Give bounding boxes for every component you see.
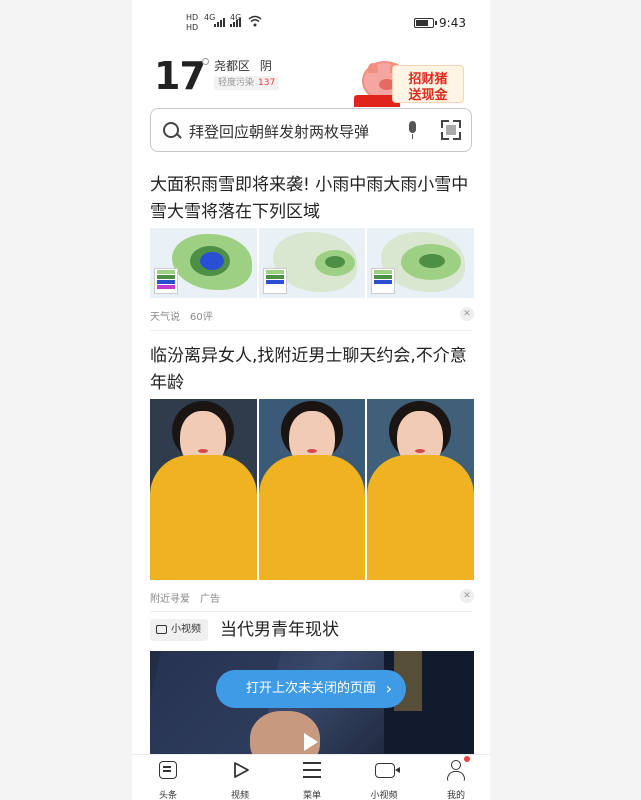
status-bar: HD HD 4G 4G 9:43 bbox=[132, 0, 490, 40]
district-name: 尧都区 bbox=[214, 59, 251, 73]
video-title[interactable]: 当代男青年现状 bbox=[220, 619, 339, 641]
air-quality-value: 137 bbox=[258, 78, 276, 88]
scan-icon[interactable] bbox=[441, 120, 461, 140]
tab-label: 小视频 bbox=[370, 791, 398, 800]
dismiss-icon[interactable]: ✕ bbox=[460, 307, 474, 321]
play-icon[interactable] bbox=[304, 733, 318, 751]
sim2-label: HD bbox=[186, 23, 199, 32]
ad-photo bbox=[150, 399, 257, 580]
promo-line2: 送现金 bbox=[408, 88, 448, 103]
toast-text: 打开上次未关闭的页面 bbox=[245, 681, 376, 696]
chevron-right-icon: › bbox=[385, 679, 392, 698]
degree-icon bbox=[202, 58, 209, 65]
promo-card: 招财猪 送现金 bbox=[392, 65, 464, 103]
tab-headlines[interactable]: 头条 bbox=[138, 755, 198, 800]
app-screen: HD HD 4G 4G 9:43 17 尧都区 阴 轻度污染 137 招财猪 送… bbox=[132, 0, 490, 800]
bottom-tab-bar: 头条 视频 菜单 小视频 我的 bbox=[132, 754, 490, 800]
notification-dot bbox=[464, 756, 470, 762]
tab-label: 我的 bbox=[446, 791, 465, 800]
rain-map-image bbox=[367, 228, 475, 298]
user-icon-body bbox=[447, 771, 465, 781]
news-image-row[interactable] bbox=[150, 228, 475, 298]
ad-meta: 附近寻爱 广告 bbox=[150, 590, 230, 605]
network2-label: 4G bbox=[230, 13, 242, 22]
tab-label: 头条 bbox=[158, 791, 177, 800]
ad-image-row[interactable] bbox=[150, 399, 475, 580]
tab-profile[interactable]: 我的 bbox=[426, 755, 486, 800]
ad-tag: 广告 bbox=[200, 594, 220, 605]
microphone-stand bbox=[412, 134, 413, 139]
search-bar[interactable]: 拜登回应朝鲜发射两枚导弹 bbox=[150, 108, 472, 152]
lucky-pig-promo-banner[interactable]: 招财猪 送现金 bbox=[354, 55, 466, 107]
user-icon bbox=[451, 760, 461, 770]
home-icon bbox=[159, 761, 177, 779]
tab-label: 菜单 bbox=[302, 791, 321, 800]
news-meta: 天气说 60评 bbox=[150, 308, 223, 323]
rain-map-image bbox=[150, 228, 257, 298]
tab-short-video[interactable]: 小视频 bbox=[354, 755, 414, 800]
news-source: 天气说 bbox=[150, 312, 180, 323]
ad-title[interactable]: 临汾离异女人,找附近男士聊天约会,不介意年龄 bbox=[150, 343, 474, 397]
comment-count: 60评 bbox=[190, 312, 213, 323]
battery-tip bbox=[435, 21, 437, 25]
wifi-icon bbox=[248, 15, 262, 27]
search-input[interactable]: 拜登回应朝鲜发射两枚导弹 bbox=[189, 121, 369, 142]
battery-icon bbox=[414, 18, 434, 28]
tab-video[interactable]: 视频 bbox=[210, 755, 270, 800]
ad-photo bbox=[258, 399, 366, 580]
feed-divider bbox=[150, 611, 472, 612]
ad-photo bbox=[367, 399, 475, 580]
rain-map-image bbox=[258, 228, 366, 298]
microphone-icon[interactable] bbox=[409, 121, 416, 133]
dismiss-icon[interactable]: ✕ bbox=[460, 589, 474, 603]
air-quality-label: 轻度污染 bbox=[218, 78, 255, 88]
video-tag-icon bbox=[156, 625, 167, 634]
tab-menu[interactable]: 菜单 bbox=[282, 755, 342, 800]
menu-icon bbox=[303, 762, 321, 778]
temperature: 17 bbox=[154, 54, 206, 98]
short-video-badge: 小视频 bbox=[150, 619, 208, 641]
short-video-badge-label: 小视频 bbox=[171, 624, 201, 635]
news-title[interactable]: 大面积雨雪即将来袭! 小雨中雨大雨小雪中雪大雪将落在下列区域 bbox=[150, 172, 474, 226]
tab-label: 视频 bbox=[230, 791, 249, 800]
air-quality-badge: 轻度污染 137 bbox=[214, 76, 280, 90]
video-camera-icon bbox=[375, 763, 400, 778]
reopen-page-toast[interactable]: 打开上次未关闭的页面 › bbox=[216, 670, 406, 708]
ad-source: 附近寻爱 bbox=[150, 594, 190, 605]
search-icon bbox=[163, 122, 179, 138]
feed-divider bbox=[150, 330, 472, 331]
weather-condition: 阴 bbox=[259, 59, 272, 73]
sim1-label: HD bbox=[186, 13, 199, 22]
weather-location: 尧都区 阴 bbox=[214, 57, 272, 74]
clock: 9:43 bbox=[439, 16, 466, 30]
play-icon bbox=[234, 762, 249, 778]
